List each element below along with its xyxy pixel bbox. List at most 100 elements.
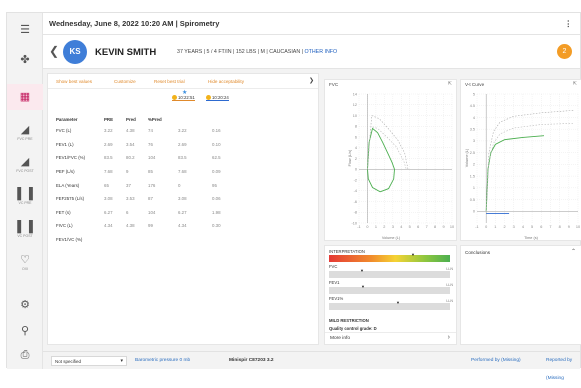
- fvc-label: FVC: [329, 264, 338, 269]
- x-tick-label: 7: [426, 225, 428, 229]
- vc-post-nav[interactable]: ▌▐ VC POST: [7, 221, 43, 238]
- y-tick-label: 6: [355, 135, 357, 139]
- lungs-icon[interactable]: ✤: [7, 53, 43, 66]
- column-header: %Pred: [148, 116, 162, 122]
- results-panel: Show best values Customize Reset best tr…: [47, 73, 319, 345]
- chevron-up-icon[interactable]: ⌃: [571, 248, 576, 255]
- back-arrow-icon[interactable]: ❮: [49, 44, 59, 58]
- table-cell: 4.34: [178, 223, 187, 229]
- chevron-right-icon: ›: [447, 334, 450, 341]
- vc-pre-nav[interactable]: ▌▐ VC PRE: [7, 188, 43, 205]
- heart-icon: ♡: [20, 254, 30, 266]
- y-tick-label: 0.5: [470, 198, 475, 202]
- x-tick-label: 7: [549, 225, 551, 229]
- marker-icon: ▼: [411, 252, 415, 257]
- y-tick-label: -6: [354, 200, 357, 204]
- bar-chart-icon: ▌▐: [17, 221, 33, 233]
- table-cell: 0.10: [212, 141, 221, 147]
- parameter-name: FEV1/FVC (%): [56, 155, 86, 161]
- x-tick-label: 3: [392, 225, 394, 229]
- chevron-right-icon[interactable]: ❯: [309, 77, 314, 84]
- y-tick-label: 3.5: [470, 127, 475, 131]
- more-vertical-icon[interactable]: ⋮: [565, 13, 573, 35]
- fvc-pre-label: FVC PRE: [17, 137, 33, 141]
- table-cell: 7.68: [104, 169, 113, 175]
- trial-2-time: 10:20:24: [212, 95, 229, 100]
- vc-post-label: VC POST: [17, 234, 33, 238]
- patient-name: KEVIN SMITH: [95, 47, 157, 58]
- status-select-value: Not specified: [55, 359, 82, 364]
- fvc-bar: [329, 271, 450, 278]
- table-cell: [178, 233, 212, 247]
- y-tick-label: 2.5: [470, 151, 475, 155]
- menu-icon[interactable]: ☰: [7, 23, 43, 36]
- interpretation-gradient-bar: [329, 255, 450, 262]
- fvc-post-nav[interactable]: ◢ FVC POST: [7, 155, 43, 173]
- table-cell: 4.34: [104, 223, 113, 229]
- table-cell: [126, 233, 148, 247]
- y-tick-label: 2: [473, 163, 475, 167]
- y-tick-label: 0: [473, 210, 475, 214]
- y-tick-label: 3: [473, 139, 475, 143]
- table-cell: 80.2: [126, 155, 135, 161]
- y-tick-label: -2: [354, 178, 357, 182]
- x-tick-label: 9: [568, 225, 570, 229]
- hide-acceptability-button[interactable]: Hide acceptability: [208, 79, 244, 84]
- y-tick-label: -4: [354, 189, 357, 193]
- notification-badge[interactable]: 2: [557, 44, 572, 59]
- table-cell: 4.38: [126, 128, 135, 134]
- other-info-link[interactable]: OTHER INFO: [305, 49, 338, 55]
- more-info-button[interactable]: More info ›: [325, 332, 456, 344]
- print-icon[interactable]: ⎙: [7, 349, 43, 362]
- share-icon[interactable]: ⚲: [7, 324, 43, 337]
- y-tick-label: 14: [353, 92, 357, 96]
- table-cell: 2.69: [104, 141, 113, 147]
- oxi-nav[interactable]: ♡ OXI: [7, 253, 43, 271]
- table-cell: 74: [148, 128, 153, 134]
- y-tick-label: 5: [473, 92, 475, 96]
- fvc-pre-nav[interactable]: ◢ FVC PRE: [7, 123, 43, 141]
- table-cell: [212, 233, 242, 247]
- title-bar: Wednesday, June 8, 2022 10:20 AM | Spiro…: [43, 13, 580, 35]
- table-row: FIVC (L) 4.34 4.38 99 4.34 0.30: [56, 219, 242, 233]
- table-row: FVC (L) 3.22 4.38 74 3.22 0.16: [56, 124, 242, 138]
- conclusions-panel: Conclusions ⌃: [460, 245, 581, 345]
- x-tick-label: 9: [442, 225, 444, 229]
- warning-dot-icon: [206, 95, 211, 101]
- table-header-row: Parameter PRE Pred %Pred: [56, 114, 242, 124]
- results-table: Parameter PRE Pred %Pred FVC (L) 3.22 4.38…: [56, 114, 242, 246]
- more-info-label: More info: [330, 336, 350, 341]
- x-tick-label: 0: [485, 225, 487, 229]
- fev1-percent-label: FEV1%: [329, 296, 344, 301]
- reported-by-link[interactable]: Reported by (Missing: [546, 352, 580, 388]
- performed-by-link[interactable]: Performed by (Missing): [471, 352, 521, 370]
- barometric-pressure-link[interactable]: Barometric pressure 0 mb: [135, 352, 190, 370]
- trial-1[interactable]: ★ 10:22:51: [172, 90, 195, 102]
- customize-button[interactable]: Customize: [114, 79, 136, 84]
- table-cell: 6: [126, 209, 129, 215]
- calendar-icon[interactable]: ▦: [7, 84, 43, 110]
- spirometry-app: ☰ ✤ ▦ ◢ FVC PRE ◢ FVC POST ▌▐ VC PRE ▌▐ …: [6, 12, 581, 381]
- fvc-post-label: FVC POST: [16, 169, 34, 173]
- show-best-values-button[interactable]: Show best values: [56, 79, 92, 84]
- status-select[interactable]: Not specified ▾: [51, 356, 127, 366]
- fev1-label: FEV1: [329, 280, 340, 285]
- fvc-chart-panel: FVC ⇱ Volume (L) Flow (L/s) -1 0 1 2 3 4 5 6 7 8 9…: [324, 79, 457, 241]
- y-tick-label: 12: [353, 103, 357, 107]
- parameter-name: FET (s): [56, 209, 71, 215]
- parameter-name: FEV1 (L): [56, 141, 74, 147]
- table-cell: 3.22: [104, 128, 113, 134]
- fev1-bar: [329, 287, 450, 294]
- warning-dot-icon: [172, 95, 177, 101]
- reset-best-trial-button[interactable]: Reset best trial: [154, 79, 185, 84]
- trial-2[interactable]: 10:20:24: [206, 95, 229, 102]
- table-row: ELA (Years) 65 37 176 0 95: [56, 178, 242, 192]
- table-row: FEV1 (L) 2.69 3.54 76 2.69 0.10: [56, 138, 242, 152]
- table-row: PEF (L/s) 7.68 9 85 7.68 0.09: [56, 165, 242, 179]
- marker-icon: ▼: [396, 300, 400, 305]
- x-tick-label: 5: [409, 225, 411, 229]
- table-cell: [148, 233, 178, 247]
- table-cell: 7.68: [178, 169, 187, 175]
- gear-icon[interactable]: ⚙: [7, 298, 43, 311]
- table-cell: 0.09: [212, 169, 221, 175]
